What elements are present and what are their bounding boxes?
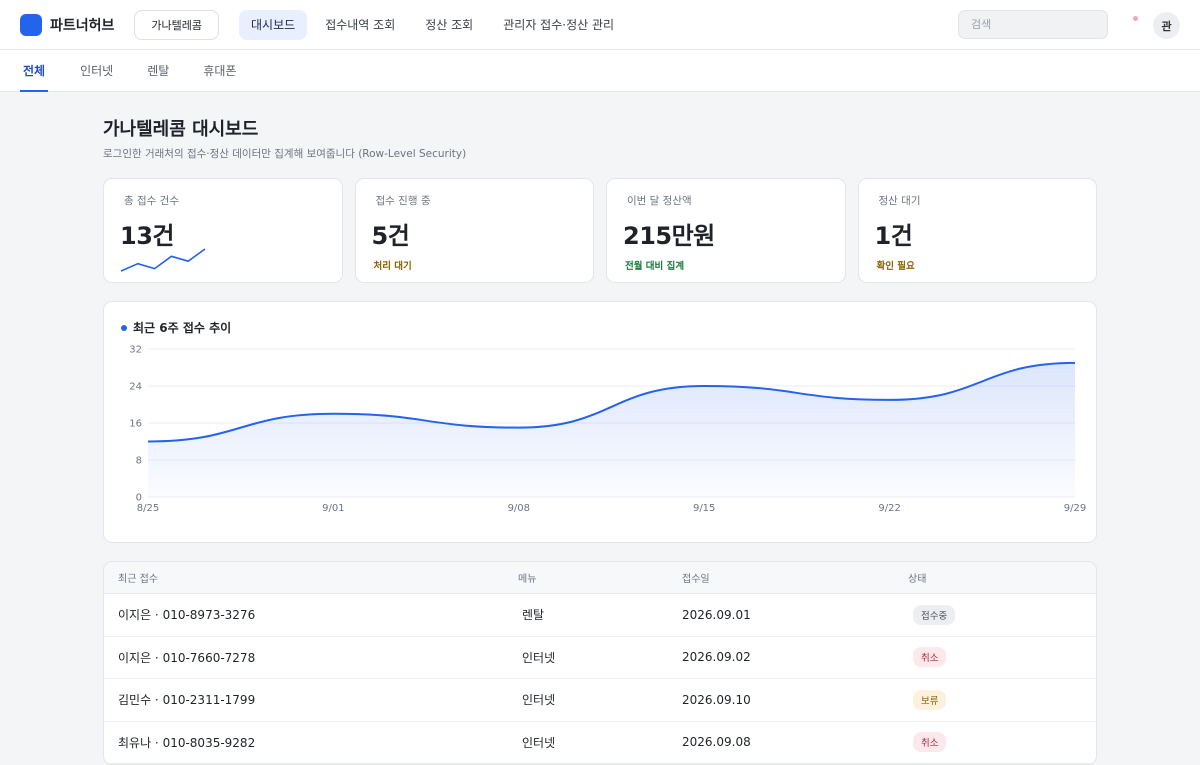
top-navigation-bar: 파트너허브 가나텔레콤 대시보드 접수내역 조회 정산 조회 관리자 접수·정산…: [0, 0, 1200, 50]
main-nav: 대시보드 접수내역 조회 정산 조회 관리자 접수·정산 관리: [239, 10, 626, 40]
column-header: 접수일: [672, 570, 902, 585]
kpi-value: 215만원: [623, 216, 829, 251]
status-badge: 보류: [913, 690, 946, 710]
area-fill: [148, 363, 1075, 497]
kpi-card-settlement-pending: 정산 대기 1건 확인 필요: [858, 178, 1098, 283]
brand[interactable]: 파트너허브: [20, 14, 114, 36]
menu-cell: 인터넷: [508, 649, 672, 666]
x-tick-label: 9/29: [1064, 503, 1086, 514]
y-tick-label: 0: [136, 493, 142, 504]
table-row[interactable]: 김민수 · 010-2311-1799인터넷2026.09.10 보류: [104, 679, 1096, 722]
customer-cell: 김민수 · 010-2311-1799: [104, 691, 508, 708]
status-cell: 취소: [902, 647, 1096, 667]
kpi-value: 5건: [372, 216, 578, 251]
status-badge: 취소: [913, 732, 946, 752]
nav-item-dashboard[interactable]: 대시보드: [239, 10, 307, 40]
customer-cell: 최유나 · 010-8035-9282: [104, 734, 508, 751]
kpi-label: 총 접수 건수: [124, 193, 326, 208]
nav-item-admin[interactable]: 관리자 접수·정산 관리: [491, 10, 626, 40]
table-header: 최근 접수 메뉴 접수일 상태: [104, 562, 1096, 594]
notification-dot-icon: [1133, 16, 1138, 21]
kpi-value: 1건: [875, 216, 1081, 251]
search-input[interactable]: [971, 18, 1095, 31]
partner-selector-button[interactable]: 가나텔레콤: [134, 10, 219, 40]
kpi-card-total: 총 접수 건수 13건: [103, 178, 343, 283]
table-row[interactable]: 이지은 · 010-8973-3276렌탈2026.09.01 접수중: [104, 594, 1096, 637]
status-cell: 보류: [902, 690, 1096, 710]
tab-internet[interactable]: 인터넷: [66, 50, 127, 91]
sparkline-line: [121, 249, 205, 271]
page-subtitle: 로그인한 거래처의 접수·정산 데이터만 집계해 보여줍니다 (Row-Leve…: [103, 146, 1097, 161]
date-cell: 2026.09.08: [672, 735, 902, 749]
customer-cell: 이지은 · 010-8973-3276: [104, 606, 508, 623]
trend-area-chart: 0 8 16 24 32 8/25 9/01 9/08 9/15 9/22 9/29: [104, 302, 1096, 542]
kpi-note: 전월 대비 집계: [625, 258, 829, 272]
kpi-note: 확인 필요: [877, 258, 1081, 272]
x-tick-label: 9/15: [693, 503, 715, 514]
column-header: 메뉴: [508, 570, 672, 585]
avatar[interactable]: 관: [1153, 12, 1180, 39]
main-content: 가나텔레콤 대시보드 로그인한 거래처의 접수·정산 데이터만 집계해 보여줍니…: [103, 92, 1097, 765]
x-tick-label: 9/08: [508, 503, 530, 514]
kpi-label: 이번 달 정산액: [627, 193, 829, 208]
page-title: 가나텔레콤 대시보드: [103, 115, 1097, 141]
column-header: 상태: [902, 570, 1096, 585]
app-name: 파트너허브: [50, 15, 114, 35]
table-row[interactable]: 최유나 · 010-8035-9282인터넷2026.09.08 취소: [104, 722, 1096, 765]
column-header: 최근 접수: [104, 570, 508, 585]
category-tabs: 전체 인터넷 렌탈 휴대폰: [0, 50, 1200, 92]
brand-logo-icon: [20, 14, 42, 36]
nav-item-receipts[interactable]: 접수내역 조회: [313, 10, 407, 40]
kpi-note: 처리 대기: [374, 258, 578, 272]
customer-cell: 이지은 · 010-7660-7278: [104, 649, 508, 666]
tab-rental[interactable]: 렌탈: [133, 50, 183, 91]
x-tick-label: 8/25: [137, 503, 159, 514]
nav-item-settlements[interactable]: 정산 조회: [413, 10, 485, 40]
y-tick-label: 24: [129, 382, 142, 393]
status-cell: 취소: [902, 732, 1096, 752]
y-tick-label: 16: [129, 419, 142, 430]
status-badge: 접수중: [913, 605, 955, 625]
kpi-label: 접수 진행 중: [376, 193, 578, 208]
recent-receipts-table: 최근 접수 메뉴 접수일 상태 이지은 · 010-8973-3276렌탈202…: [103, 561, 1097, 765]
table-row[interactable]: 이지은 · 010-7660-7278인터넷2026.09.02 취소: [104, 637, 1096, 680]
date-cell: 2026.09.10: [672, 693, 902, 707]
x-tick-label: 9/22: [878, 503, 900, 514]
tab-mobile[interactable]: 휴대폰: [189, 50, 250, 91]
menu-cell: 인터넷: [508, 691, 672, 708]
search-box[interactable]: [958, 10, 1108, 39]
sparkline-chart: [119, 243, 209, 273]
menu-cell: 렌탈: [508, 606, 672, 623]
date-cell: 2026.09.01: [672, 608, 902, 622]
status-badge: 취소: [913, 647, 946, 667]
trend-chart-card: 최근 6주 접수 추이 081624328/259/019/089/159/22…: [103, 301, 1097, 543]
tab-all[interactable]: 전체: [20, 50, 48, 91]
kpi-label: 정산 대기: [879, 193, 1081, 208]
kpi-card-in-progress: 접수 진행 중 5건 처리 대기: [355, 178, 595, 283]
x-tick-label: 9/01: [322, 503, 344, 514]
y-tick-label: 8: [136, 456, 142, 467]
kpi-row: 총 접수 건수 13건 접수 진행 중 5건 처리 대기 이번 달 정산액 21…: [103, 178, 1097, 283]
date-cell: 2026.09.02: [672, 650, 902, 664]
y-tick-label: 32: [129, 345, 142, 356]
kpi-card-settlement-amount: 이번 달 정산액 215만원 전월 대비 집계: [606, 178, 846, 283]
table-body: 이지은 · 010-8973-3276렌탈2026.09.01접수중이지은 · …: [104, 594, 1096, 764]
menu-cell: 인터넷: [508, 734, 672, 751]
status-cell: 접수중: [902, 605, 1096, 625]
